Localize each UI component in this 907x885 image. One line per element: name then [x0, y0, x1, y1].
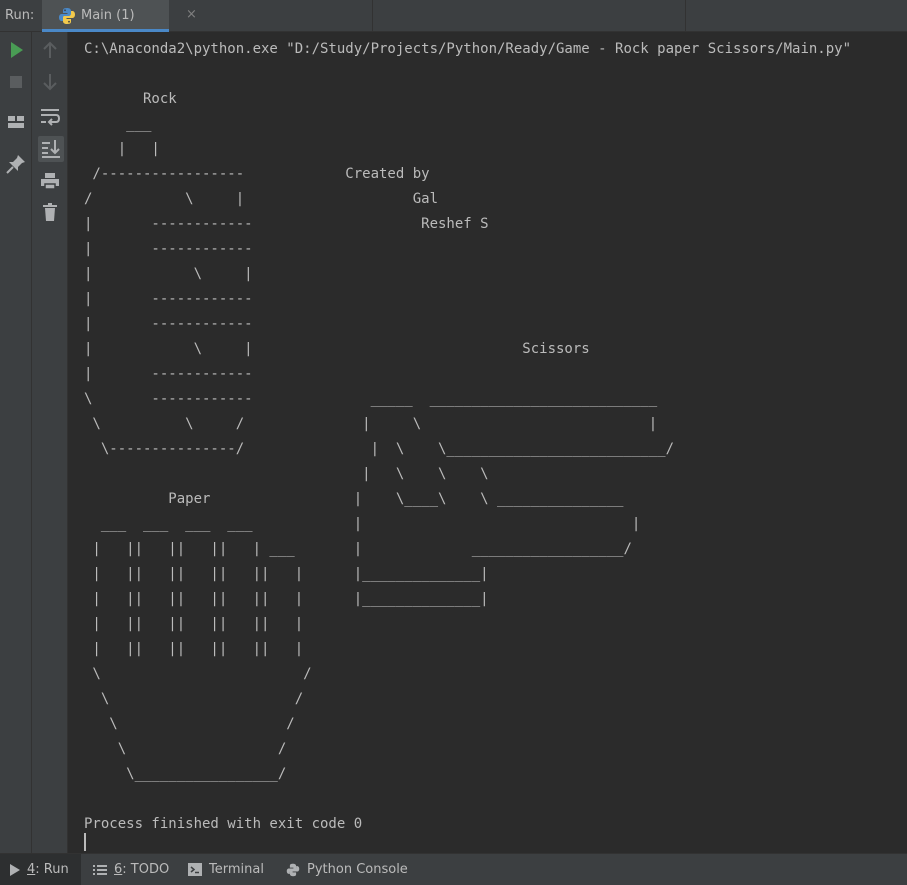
tool-window-todo[interactable]: 6: TODO	[93, 854, 169, 885]
console-text: C:\Anaconda2\python.exe "D:/Study/Projec…	[84, 37, 851, 837]
console-output[interactable]: C:\Anaconda2\python.exe "D:/Study/Projec…	[68, 32, 907, 853]
run-shortcut: 4	[27, 862, 36, 877]
tab-main[interactable]: Main (1) ×	[42, 0, 197, 32]
stop-button[interactable]	[4, 70, 28, 94]
run-label: : Run	[35, 862, 69, 877]
arrow-up-icon	[38, 38, 62, 62]
tool-window-bar: 4: Run 6: TODO Terminal Python Console	[0, 853, 907, 885]
play-icon	[10, 863, 20, 876]
run-label: Run:	[5, 8, 35, 23]
header-divider	[685, 0, 686, 32]
tool-window-terminal[interactable]: Terminal	[188, 854, 264, 885]
print-button[interactable]	[38, 169, 62, 193]
scroll-to-end-icon	[38, 136, 64, 162]
process-status: Process finished with exit code 0	[84, 816, 363, 832]
todo-label: : TODO	[122, 862, 170, 877]
soft-wrap-button[interactable]	[38, 104, 62, 128]
pin-tab-button[interactable]	[4, 152, 28, 176]
todo-shortcut: 6	[114, 862, 123, 877]
soft-wrap-icon	[38, 104, 62, 128]
close-icon[interactable]: ×	[186, 7, 197, 22]
text-cursor	[84, 833, 86, 851]
list-icon	[93, 864, 107, 876]
scroll-to-end-button[interactable]	[38, 136, 64, 162]
run-icon	[4, 38, 28, 62]
tool-window-python-console[interactable]: Python Console	[286, 854, 408, 885]
tool-window-run[interactable]: 4: Run	[0, 854, 81, 885]
run-toolbar-primary	[0, 32, 32, 853]
next-occurrence-button[interactable]	[38, 70, 62, 94]
terminal-icon	[188, 863, 202, 876]
run-button[interactable]	[4, 38, 28, 62]
python-icon	[58, 7, 76, 25]
print-icon	[38, 169, 62, 193]
command-line: C:\Anaconda2\python.exe "D:/Study/Projec…	[84, 41, 852, 57]
clear-all-button[interactable]	[38, 200, 62, 224]
layout-icon	[4, 110, 28, 134]
restore-layout-button[interactable]	[4, 110, 28, 134]
pin-icon	[4, 152, 28, 176]
arrow-down-icon	[38, 70, 62, 94]
run-tool-window-header: Run: Main (1) ×	[0, 0, 907, 32]
header-divider	[372, 0, 373, 32]
python-console-icon	[286, 863, 300, 877]
previous-occurrence-button[interactable]	[38, 38, 62, 62]
program-output: Rock ___ | | /----------------- Created …	[84, 91, 675, 782]
run-toolbar-secondary	[32, 32, 68, 853]
terminal-label: Terminal	[209, 862, 264, 877]
stop-icon	[4, 70, 28, 94]
tab-title: Main (1)	[81, 8, 135, 23]
python-console-label: Python Console	[307, 862, 408, 877]
trash-icon	[38, 200, 62, 224]
